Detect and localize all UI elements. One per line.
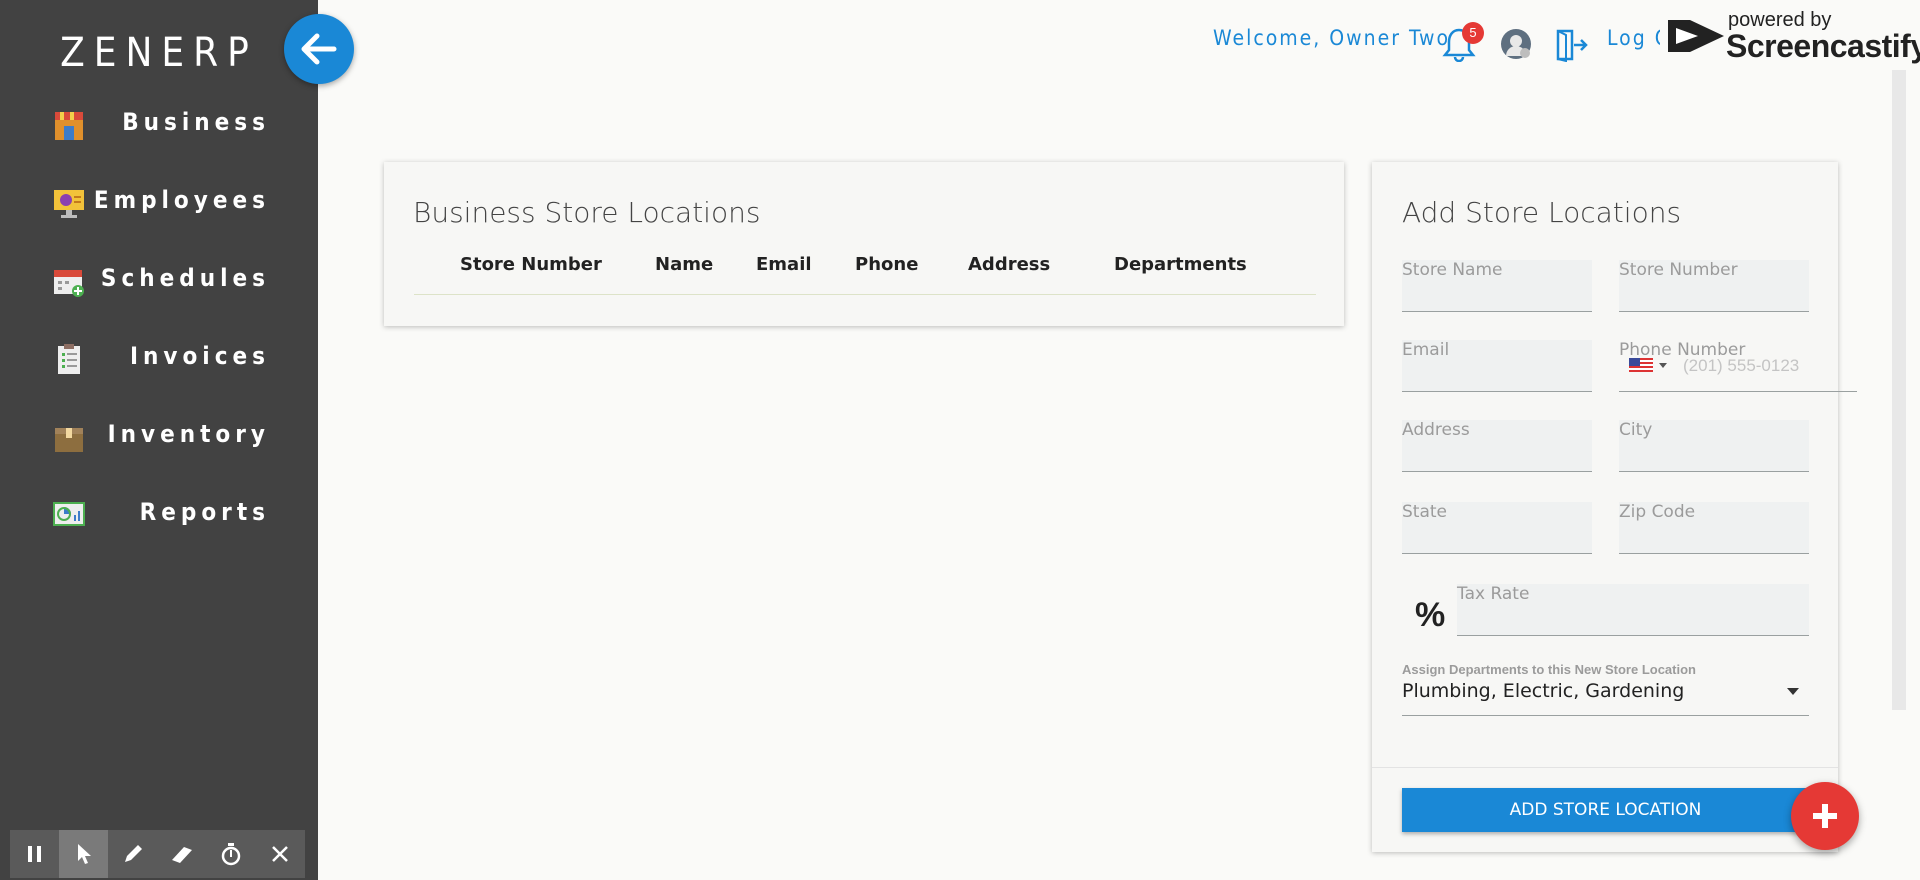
arrow-left-icon [301, 33, 337, 65]
back-button[interactable] [284, 14, 354, 84]
store-name-field[interactable]: Store Name [1402, 260, 1592, 312]
email-label: Email [1402, 340, 1450, 360]
address-label: Address [1402, 420, 1470, 440]
close-icon[interactable] [255, 830, 304, 878]
store-number-label: Store Number [1619, 260, 1738, 280]
column-header-phone[interactable]: Phone [855, 254, 918, 275]
sidebar-item-invoices[interactable]: Invoices [0, 330, 318, 390]
chevron-down-icon[interactable] [1659, 363, 1667, 368]
us-flag-icon[interactable] [1629, 358, 1653, 372]
logout-icon[interactable] [1554, 28, 1588, 62]
phone-number-field[interactable]: Phone Number (201) 555-0123 [1619, 340, 1857, 392]
store-locations-title: Business Store Locations [413, 196, 761, 229]
avatar-icon[interactable] [1500, 28, 1532, 60]
city-label: City [1619, 420, 1653, 440]
sidebar-item-label: Inventory [107, 420, 270, 448]
sidebar-item-label: Schedules [100, 264, 270, 292]
store-number-field[interactable]: Store Number [1619, 260, 1809, 312]
plus-icon [1813, 804, 1837, 828]
store-name-label: Store Name [1402, 260, 1503, 280]
city-field[interactable]: City [1619, 420, 1809, 472]
email-field[interactable]: Email [1402, 340, 1592, 392]
screencastify-logo-icon [1668, 20, 1724, 52]
caret-down-icon[interactable] [1787, 688, 1799, 695]
calendar-icon [54, 270, 84, 297]
sidebar-item-schedules[interactable]: Schedules [0, 252, 318, 312]
add-fab-button[interactable] [1791, 782, 1859, 850]
box-icon [55, 428, 83, 452]
sidebar: ZENERP Business Employees Schedules Invo… [0, 0, 318, 880]
address-field[interactable]: Address [1402, 420, 1592, 472]
timer-icon[interactable] [206, 830, 255, 878]
column-header-store-number[interactable]: Store Number [460, 254, 602, 275]
sidebar-item-employees[interactable]: Employees [0, 174, 318, 234]
screencastify-watermark: powered by Screencastify [1660, 6, 1920, 66]
sidebar-item-label: Employees [93, 186, 270, 214]
sidebar-item-label: Reports [139, 498, 270, 526]
column-header-address[interactable]: Address [968, 254, 1050, 275]
welcome-text: Welcome, Owner Two [1213, 26, 1451, 50]
clipboard-icon [58, 344, 80, 374]
tax-rate-label: Tax Rate [1457, 584, 1530, 604]
table-header-divider [414, 294, 1316, 295]
state-field[interactable]: State [1402, 502, 1592, 554]
sidebar-item-inventory[interactable]: Inventory [0, 408, 318, 468]
pause-icon[interactable] [10, 830, 59, 878]
add-store-location-button[interactable]: ADD STORE LOCATION [1402, 788, 1809, 832]
percent-icon: % [1415, 596, 1446, 634]
column-header-email[interactable]: Email [756, 254, 812, 275]
eraser-icon[interactable] [157, 830, 206, 878]
notification-badge: 5 [1462, 22, 1484, 44]
phone-number-input[interactable]: (201) 555-0123 [1683, 356, 1799, 376]
add-store-title: Add Store Locations [1402, 196, 1682, 229]
store-icon [55, 112, 83, 140]
form-divider [1372, 767, 1838, 768]
sidebar-item-label: Invoices [129, 342, 270, 370]
zip-code-field[interactable]: Zip Code [1619, 502, 1809, 554]
sidebar-item-label: Business [122, 108, 270, 136]
state-label: State [1402, 502, 1447, 522]
chart-icon [53, 502, 85, 526]
departments-select[interactable]: Plumbing, Electric, Gardening [1402, 680, 1684, 702]
column-header-departments[interactable]: Departments [1114, 254, 1247, 275]
pen-icon[interactable] [108, 830, 157, 878]
cursor-icon[interactable] [59, 830, 108, 878]
recording-toolbar [10, 830, 305, 878]
watermark-brand-text: Screencastify [1726, 28, 1920, 64]
column-header-name[interactable]: Name [655, 254, 713, 275]
departments-label: Assign Departments to this New Store Loc… [1402, 662, 1696, 677]
zip-code-label: Zip Code [1619, 502, 1696, 522]
sidebar-item-business[interactable]: Business [0, 96, 318, 156]
departments-underline [1402, 715, 1809, 716]
sidebar-item-reports[interactable]: Reports [0, 486, 318, 546]
store-locations-card [384, 162, 1344, 326]
scrollbar[interactable] [1892, 70, 1906, 710]
monitor-icon [54, 190, 84, 218]
app-logo: ZENERP [60, 30, 258, 76]
tax-rate-field[interactable]: Tax Rate [1457, 584, 1809, 636]
